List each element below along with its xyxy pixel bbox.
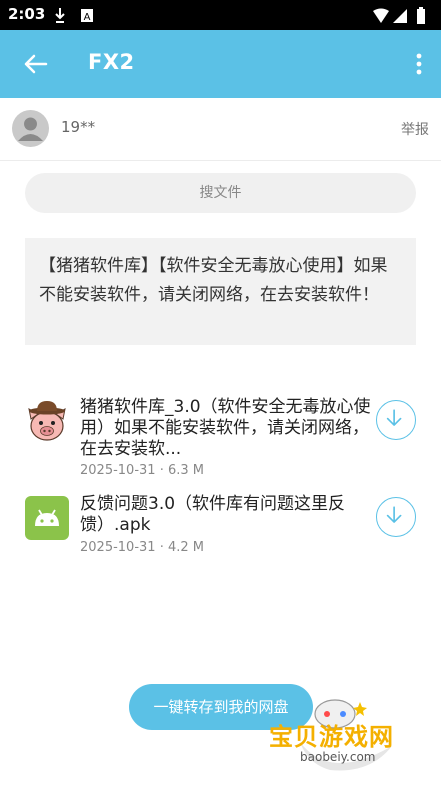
avatar[interactable] bbox=[12, 110, 49, 147]
more-options-icon[interactable] bbox=[409, 46, 429, 82]
download-button[interactable] bbox=[376, 497, 416, 537]
app-bar: FX2 bbox=[0, 30, 441, 98]
user-avatar-icon bbox=[18, 117, 43, 141]
page-title: FX2 bbox=[88, 50, 135, 74]
search-files-input[interactable]: 搜文件 bbox=[25, 173, 416, 213]
uploader-row: 19** 举报 bbox=[0, 98, 441, 161]
file-name: 猪猪软件库_3.0（软件安全无毒放心使用）如果不能安装软件，请关闭网络，在去安装… bbox=[80, 397, 371, 459]
file-list-item[interactable]: 猪猪软件库_3.0（软件安全无毒放心使用）如果不能安装软件，请关闭网络，在去安装… bbox=[0, 395, 441, 485]
file-list-item[interactable]: 反馈问题3.0（软件库有问题这里反馈）.apk 2025-10-31 · 4.2… bbox=[0, 492, 441, 562]
report-button[interactable]: 举报 bbox=[401, 119, 429, 139]
meta-separator: · bbox=[159, 463, 168, 478]
file-size: 4.2 M bbox=[167, 540, 204, 555]
signal-battery-icons bbox=[373, 7, 425, 24]
watermark: 宝贝游戏网 baobeiy.com bbox=[260, 690, 441, 784]
download-arrow-icon bbox=[386, 506, 402, 523]
download-notification-icon: A bbox=[55, 8, 93, 23]
file-name: 反馈问题3.0（软件库有问题这里反馈）.apk bbox=[80, 494, 346, 535]
android-icon bbox=[25, 496, 69, 540]
svg-text:A: A bbox=[84, 12, 91, 23]
meta-separator: · bbox=[159, 540, 168, 555]
file-size: 6.3 M bbox=[167, 463, 204, 478]
status-bar: 2:03 A bbox=[0, 0, 441, 30]
status-time: 2:03 bbox=[8, 5, 46, 23]
download-arrow-icon bbox=[386, 409, 402, 426]
back-arrow-icon[interactable] bbox=[16, 44, 56, 84]
share-description: 【猪猪软件库】【软件安全无毒放心使用】如果不能安装软件，请关闭网络，在去安装软件… bbox=[25, 238, 416, 345]
download-button[interactable] bbox=[376, 400, 416, 440]
file-meta: 2025-10-31 · 4.2 M bbox=[80, 540, 204, 555]
watermark-url: baobeiy.com bbox=[300, 750, 376, 764]
uploader-name: 19** bbox=[61, 118, 96, 136]
file-meta: 2025-10-31 · 6.3 M bbox=[80, 463, 204, 478]
watermark-title: 宝贝游戏网 bbox=[269, 723, 394, 751]
file-date: 2025-10-31 bbox=[80, 463, 156, 478]
pig-icon bbox=[28, 401, 66, 441]
file-date: 2025-10-31 bbox=[80, 540, 156, 555]
